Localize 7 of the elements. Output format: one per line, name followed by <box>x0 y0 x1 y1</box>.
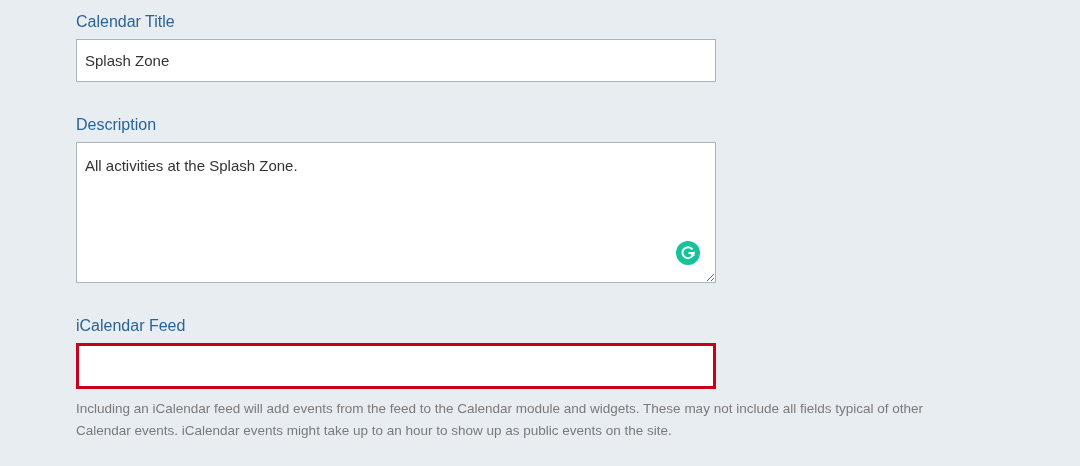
text-field[interactable]: Splash Zone <box>76 39 716 82</box>
field-label: Description <box>76 115 158 135</box>
field-label: iCalendar Feed <box>76 316 187 336</box>
text-field[interactable] <box>76 343 716 389</box>
field-label: Calendar Title <box>76 12 176 32</box>
help-text: Including an iCalendar feed will add events from the feed to the Calendar module and widgets. These may not include all fields typical of other Calendar events. iCalendar events might take up to an hour to show up as public events on the site. <box>76 400 924 440</box>
description-field[interactable]: All activities at the Splash Zone. <box>76 142 716 283</box>
